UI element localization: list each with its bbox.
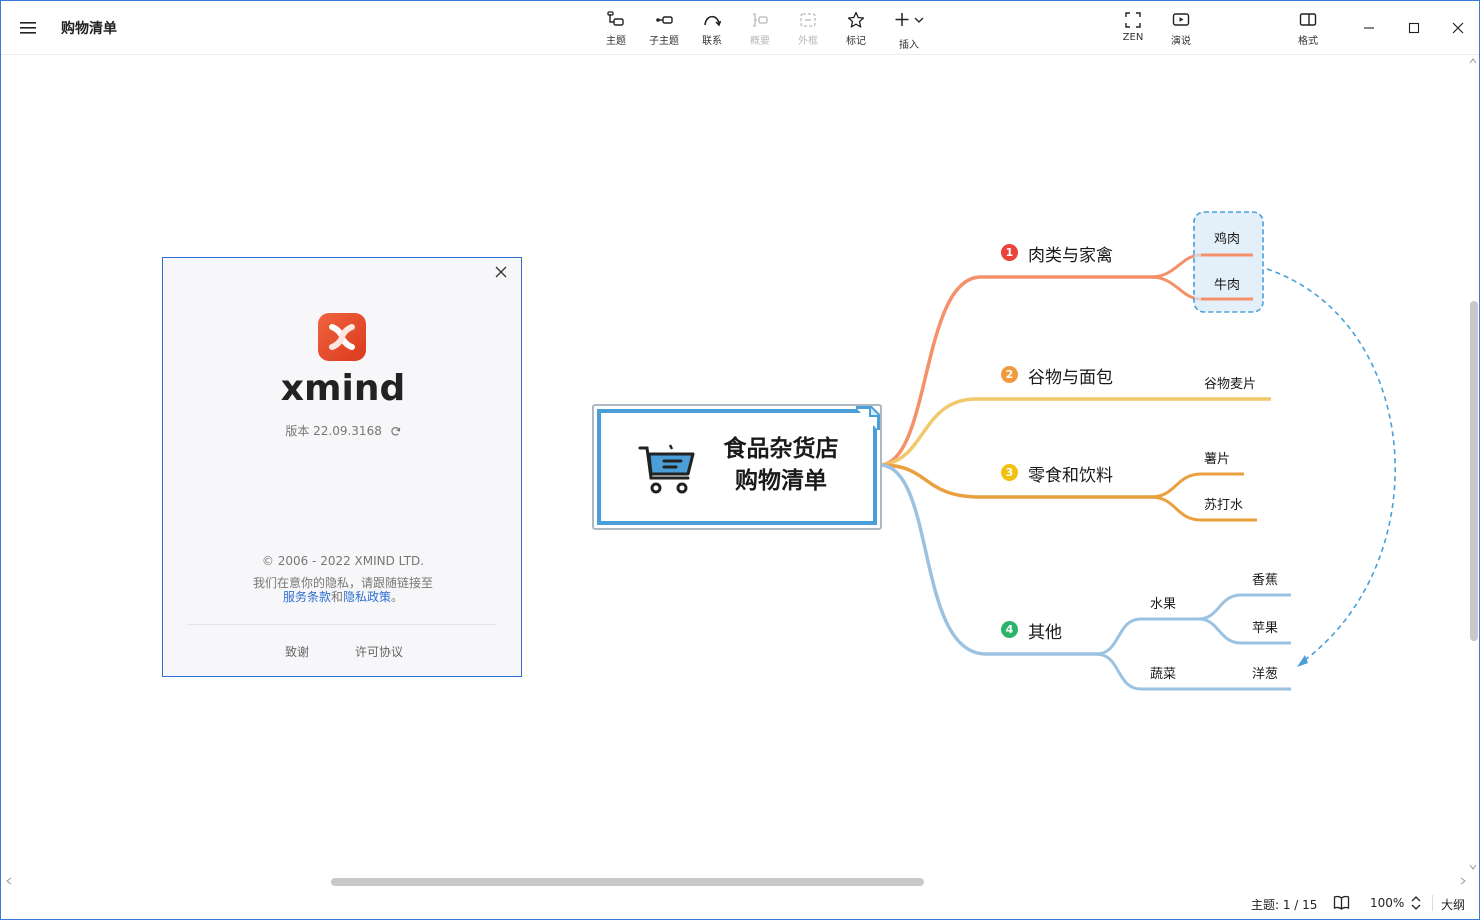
topic-vegetables[interactable]: 蔬菜	[1150, 663, 1176, 682]
privacy-notice: 我们在意你的隐私，请跟随链接至 服务条款和隐私政策。	[163, 576, 523, 604]
privacy-text: 我们在意你的隐私，请跟随链接至	[252, 576, 433, 590]
xmind-logo-icon	[329, 324, 355, 350]
hamburger-menu-icon[interactable]	[19, 18, 39, 38]
central-topic-text: 食品杂货店 购物清单	[701, 433, 861, 497]
topic-chips[interactable]: 薯片	[1204, 448, 1230, 467]
topic-icon	[607, 11, 624, 26]
summary-label: 概要	[750, 36, 770, 47]
format-button[interactable]: 格式	[1286, 11, 1330, 49]
pitch-button[interactable]: 演说	[1159, 11, 1203, 49]
vertical-scroll-thumb[interactable]	[1470, 301, 1478, 641]
zoom-level[interactable]: 100%	[1370, 896, 1404, 910]
subtopic-label: 子主题	[649, 36, 679, 47]
note-corner-icon	[854, 406, 880, 432]
app-window: 购物清单 主题 子主题 联系 概要 外框 标记 插入 ZEN 演说 格式 食品杂…	[0, 0, 1480, 920]
terms-link[interactable]: 服务条款	[283, 590, 331, 604]
topic-cereal[interactable]: 谷物麦片	[1204, 373, 1256, 392]
zen-label: ZEN	[1122, 32, 1144, 43]
close-window-icon[interactable]	[1446, 17, 1470, 39]
horizontal-scrollbar[interactable]	[1, 875, 1479, 887]
about-dialog: xmind 版本 22.09.3168 © 2006 - 2022 XMIND …	[162, 257, 522, 677]
scroll-down-icon[interactable]	[1469, 863, 1477, 871]
boundary-icon	[800, 13, 816, 27]
relationship-button[interactable]: 联系	[690, 11, 734, 49]
license-link[interactable]: 许可协议	[355, 643, 403, 660]
format-label: 格式	[1298, 36, 1318, 47]
window-title: 购物清单	[61, 21, 117, 37]
branch-snacks-drinks[interactable]: 零食和饮料	[1028, 461, 1113, 486]
xmind-wordmark: xmind	[280, 368, 406, 409]
central-line-1: 食品杂货店	[723, 436, 839, 462]
central-line-2: 购物清单	[735, 468, 827, 494]
thanks-link[interactable]: 致谢	[285, 643, 309, 660]
refresh-icon[interactable]	[390, 426, 401, 437]
version-label: 版本 22.09.3168	[285, 424, 382, 438]
version-text: 版本 22.09.3168	[163, 422, 523, 439]
priority-2-badge: 2	[1001, 366, 1018, 383]
book-icon[interactable]	[1333, 895, 1350, 910]
outline-toggle[interactable]: 大纲	[1441, 896, 1465, 913]
minimize-icon[interactable]	[1357, 17, 1381, 39]
scroll-left-icon[interactable]	[5, 877, 13, 885]
maximize-icon[interactable]	[1402, 17, 1426, 39]
and-text: 和	[330, 590, 343, 604]
topic-count: 主题: 1 / 15	[1251, 898, 1318, 912]
zoom-stepper-icon[interactable]	[1410, 895, 1422, 911]
topic-apple[interactable]: 苹果	[1252, 617, 1278, 636]
marker-button[interactable]: 标记	[834, 11, 878, 49]
branch-other[interactable]: 其他	[1028, 618, 1062, 643]
subtopic-button[interactable]: 子主题	[642, 11, 686, 49]
insert-label: 插入	[899, 40, 919, 51]
xmind-logo	[318, 313, 366, 361]
topic-banana[interactable]: 香蕉	[1252, 569, 1278, 588]
boundary-label: 外框	[798, 36, 818, 47]
chevron-down-icon	[914, 17, 924, 23]
priority-1-badge: 1	[1001, 244, 1018, 261]
plus-icon	[895, 13, 909, 26]
boundary-button[interactable]: 外框	[786, 11, 830, 49]
zen-button[interactable]: ZEN	[1111, 11, 1155, 49]
insert-button[interactable]: 插入	[887, 11, 931, 51]
title-bar: 购物清单 主题 子主题 联系 概要 外框 标记 插入 ZEN 演说 格式	[1, 1, 1479, 55]
scroll-right-icon[interactable]	[1459, 877, 1467, 885]
horizontal-scroll-thumb[interactable]	[331, 878, 924, 886]
topic-soda[interactable]: 苏打水	[1204, 494, 1243, 513]
status-divider	[1432, 895, 1433, 911]
branch-grains-bread[interactable]: 谷物与面包	[1028, 363, 1113, 388]
format-panel-icon	[1299, 13, 1317, 26]
fullscreen-icon	[1125, 12, 1141, 28]
privacy-policy-link[interactable]: 隐私政策	[343, 590, 391, 604]
topic-fruit[interactable]: 水果	[1150, 593, 1176, 612]
summary-button[interactable]: 概要	[738, 11, 782, 49]
summary-icon	[753, 13, 768, 27]
priority-4-badge: 4	[1001, 621, 1018, 638]
status-bar: 主题: 1 / 15 100% 大纲	[1, 887, 1479, 919]
topic-onion[interactable]: 洋葱	[1252, 663, 1278, 682]
topic-label: 主题	[606, 36, 626, 47]
branch-meat-poultry[interactable]: 肉类与家禽	[1028, 241, 1113, 266]
topic-beef[interactable]: 牛肉	[1214, 274, 1240, 293]
relationship-label: 联系	[702, 36, 722, 47]
topic-button[interactable]: 主题	[594, 11, 638, 49]
dialog-divider	[187, 624, 497, 625]
pitch-label: 演说	[1171, 36, 1191, 47]
shopping-cart-icon	[638, 444, 695, 494]
period-text: 。	[391, 590, 404, 604]
play-icon	[1172, 13, 1190, 26]
scroll-up-icon[interactable]	[1469, 57, 1477, 65]
copyright-text: © 2006 - 2022 XMIND LTD.	[261, 554, 425, 568]
marker-label: 标记	[846, 36, 866, 47]
relationship-icon	[704, 15, 721, 27]
priority-3-badge: 3	[1001, 464, 1018, 481]
topic-chicken[interactable]: 鸡肉	[1214, 228, 1240, 247]
subtopic-icon	[656, 16, 673, 24]
close-icon[interactable]	[493, 264, 509, 280]
star-icon	[847, 11, 865, 28]
